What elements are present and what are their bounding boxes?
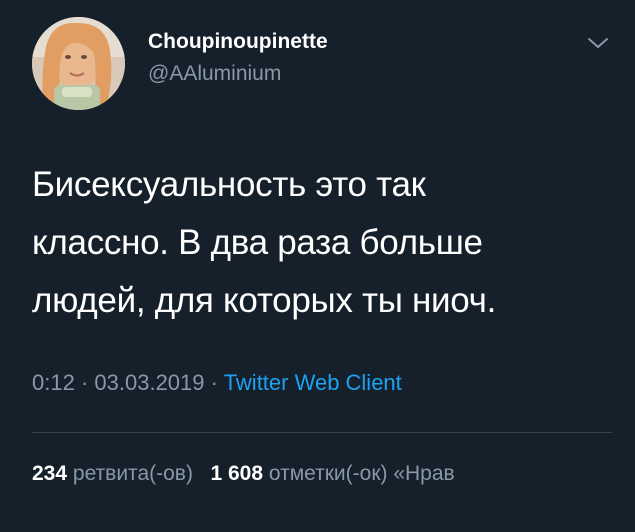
chevron-down-icon[interactable] bbox=[586, 34, 610, 52]
tweet-text: Бисексуальность это так классно. В два р… bbox=[32, 156, 612, 330]
meta-separator: · bbox=[80, 370, 89, 395]
tweet-text-line: Бисексуальность это так bbox=[32, 165, 426, 204]
meta-separator: · bbox=[210, 370, 218, 395]
tweet-card: Choupinoupinette @AAluminium Бисексуальн… bbox=[0, 0, 635, 532]
tweet-time[interactable]: 0:12 bbox=[32, 370, 75, 395]
tweet-meta: 0:12 · 03.03.2019 · Twitter Web Client bbox=[32, 370, 402, 396]
likes-count: 1 608 bbox=[210, 462, 264, 485]
tweet-source-link[interactable]: Twitter Web Client bbox=[224, 370, 402, 395]
likes-stat[interactable]: 1 608 отметки(-ок) «Нрав bbox=[210, 462, 454, 485]
tweet-text-line: людей, для которых ты ниоч. bbox=[32, 281, 497, 320]
tweet-stats: 234 ретвита(-ов) 1 608 отметки(-ок) «Нра… bbox=[32, 462, 455, 486]
display-name[interactable]: Choupinoupinette bbox=[148, 30, 328, 54]
avatar[interactable] bbox=[32, 17, 125, 110]
likes-label: отметки(-ок) «Нрав bbox=[268, 462, 455, 485]
user-handle[interactable]: @AAluminium bbox=[148, 62, 281, 86]
retweets-stat[interactable]: 234 ретвита(-ов) bbox=[32, 462, 199, 485]
retweets-count: 234 bbox=[32, 462, 68, 485]
tweet-text-line: классно. В два раза больше bbox=[32, 223, 483, 262]
tweet-date[interactable]: 03.03.2019 bbox=[94, 370, 204, 395]
divider bbox=[32, 432, 612, 433]
retweets-label: ретвита(-ов) bbox=[72, 462, 193, 485]
avatar-image bbox=[32, 17, 125, 110]
